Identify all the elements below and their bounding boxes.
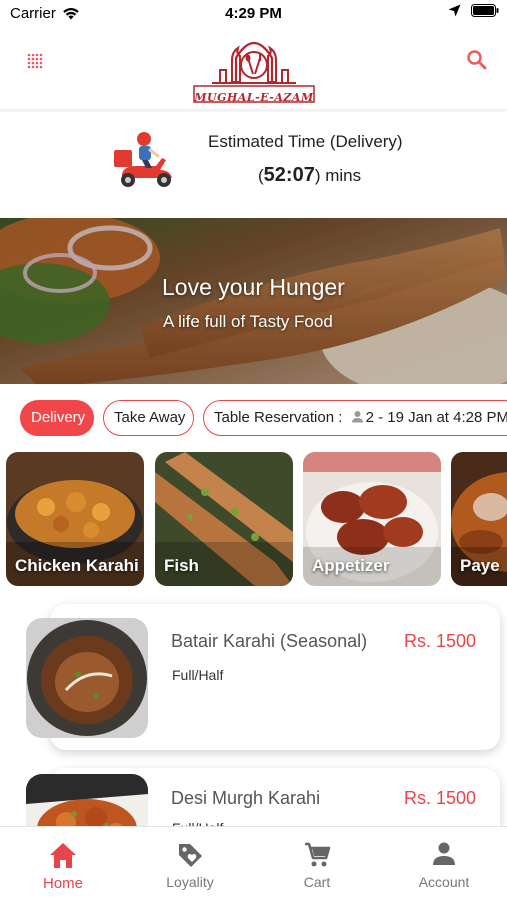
person-icon — [433, 842, 455, 865]
order-type-selector: Delivery Take Away Table Reservation : 2… — [0, 398, 507, 440]
eta-label: Estimated Time (Delivery) — [208, 132, 403, 151]
tab-loyality[interactable]: Loyality — [127, 827, 253, 900]
eta-time: (52:07) mins — [258, 164, 361, 187]
tab-label: Home — [42, 875, 83, 892]
tab-icon — [381, 841, 507, 869]
menu-item-price: Rs. 1500 — [403, 788, 476, 808]
tab-label: Account — [418, 874, 470, 890]
restaurant-logo: MUGHAL-E-AZAM — [192, 30, 316, 108]
tab-icon — [0, 841, 126, 869]
table-reservation-value: 2 - 19 Jan at 4:28 PM — [365, 409, 507, 426]
grid-menu-icon — [27, 53, 43, 69]
tab-account[interactable]: Account — [381, 827, 507, 900]
person-icon — [351, 411, 363, 423]
category-chicken-karahi[interactable]: Chicken Karahi — [6, 452, 144, 586]
category-paye[interactable]: Paye — [451, 452, 507, 586]
category-label: Fish — [164, 556, 199, 575]
menu-item-price: Rs. 1500 — [403, 631, 476, 651]
location-arrow-icon — [448, 4, 461, 17]
logo-text: MUGHAL-E-AZAM — [194, 91, 314, 104]
category-fish[interactable]: Fish — [155, 452, 293, 586]
category-label: Paye — [460, 556, 500, 575]
delivery-eta: Estimated Time (Delivery) (52:07) mins — [0, 112, 507, 216]
battery-icon — [471, 4, 499, 17]
tab-label: Cart — [303, 874, 331, 890]
delivery-scooter-icon — [114, 132, 172, 187]
tab-label: Loyality — [166, 874, 214, 890]
menu-item-variant: Full/Half — [172, 667, 224, 683]
take-away-pill[interactable]: Take Away — [103, 400, 194, 436]
table-reservation-pill[interactable]: Table Reservation : 2 - 19 Jan at 4:28 P… — [203, 400, 507, 436]
menu-button[interactable] — [24, 50, 46, 72]
cart-icon — [305, 842, 331, 867]
search-icon — [467, 50, 487, 70]
eta-unit: ) mins — [314, 166, 362, 185]
table-reservation-label: Table Reservation : — [214, 409, 347, 426]
tab-icon — [254, 841, 380, 869]
delivery-pill[interactable]: Delivery — [20, 400, 94, 436]
category-appetizer[interactable]: Appetizer — [303, 452, 441, 586]
home-icon — [50, 843, 76, 868]
bottom-tab-bar: Home Loyality Cart Account — [0, 826, 507, 900]
status-right — [448, 4, 499, 17]
promo-banner[interactable]: Love your Hunger A life full of Tasty Fo… — [0, 218, 507, 384]
category-label: Appetizer — [312, 556, 390, 575]
search-button[interactable] — [465, 48, 489, 72]
tab-icon — [127, 841, 253, 869]
category-carousel: Chicken Karahi Fish Appetizer Paye — [0, 452, 507, 588]
menu-item-name: Desi Murgh Karahi — [171, 788, 321, 808]
banner-title: Love your Hunger — [162, 274, 345, 300]
menu-item-name: Batair Karahi (Seasonal) — [171, 631, 368, 651]
menu-item: Batair Karahi (Seasonal) Rs. 1500 Full/H… — [22, 604, 500, 750]
menu-item-image[interactable] — [26, 618, 148, 738]
app-header: MUGHAL-E-AZAM — [0, 28, 507, 110]
category-label: Chicken Karahi — [15, 556, 139, 575]
status-time: 4:29 PM — [225, 5, 282, 22]
eta-countdown: 52:07 — [263, 164, 315, 186]
tab-cart[interactable]: Cart — [254, 827, 380, 900]
tag-icon — [179, 844, 202, 867]
status-bar: Carrier 4:29 PM — [0, 0, 507, 28]
kebab-banner-image — [0, 218, 507, 384]
batair-karahi-image — [26, 618, 148, 738]
tab-home[interactable]: Home — [0, 827, 126, 900]
banner-subtitle: A life full of Tasty Food — [163, 312, 333, 331]
